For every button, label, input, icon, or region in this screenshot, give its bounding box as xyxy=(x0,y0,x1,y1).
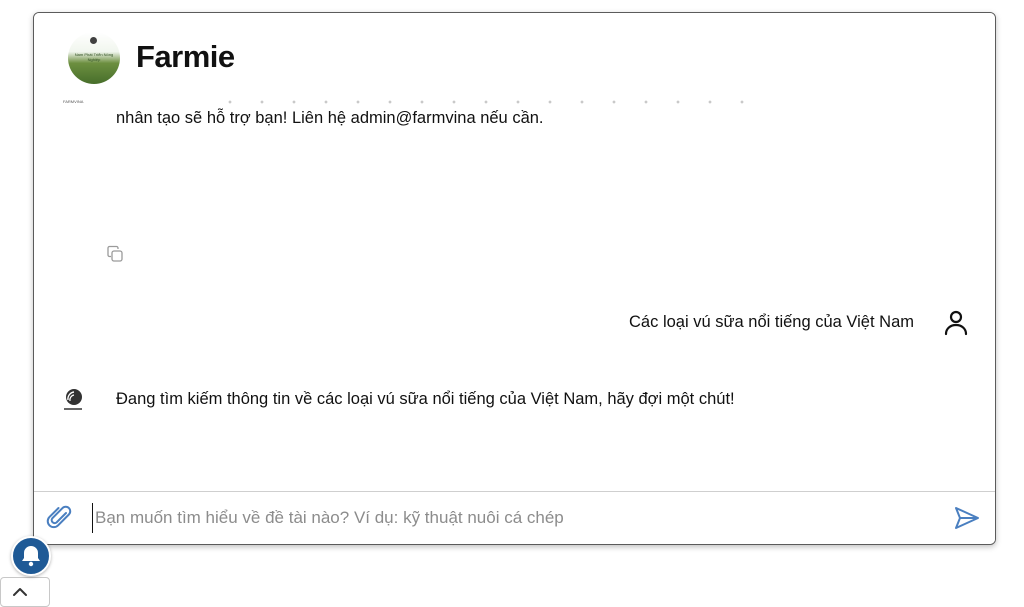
app-logo: Nam Phát Triển Nông Nghiệp xyxy=(68,32,120,84)
chat-input[interactable] xyxy=(92,503,935,533)
clipped-text-remnant xyxy=(214,99,754,105)
bot-avatar xyxy=(61,387,85,413)
scroll-up-button[interactable] xyxy=(0,577,50,607)
app-title: Farmie xyxy=(136,39,235,74)
send-icon xyxy=(955,507,979,529)
farmvina-logo-icon xyxy=(64,389,82,410)
attach-button[interactable] xyxy=(46,504,74,532)
chat-input-bar xyxy=(34,491,995,544)
paperclip-icon xyxy=(46,505,72,529)
chat-header: Nam Phát Triển Nông Nghiệp Farmie xyxy=(34,13,995,99)
user-icon xyxy=(944,310,968,336)
chevron-up-icon xyxy=(13,588,27,596)
copy-icon xyxy=(107,245,123,262)
user-avatar xyxy=(943,309,969,337)
bot-message-text: nhân tạo sẽ hỗ trợ bạn! Liên hệ admin@fa… xyxy=(116,109,544,127)
notification-button[interactable] xyxy=(11,536,51,576)
bot-avatar-caption: FARMVINA xyxy=(63,99,84,104)
send-button[interactable] xyxy=(953,504,981,532)
chat-window: Nam Phát Triển Nông Nghiệp Farmie FARMVI… xyxy=(33,12,996,545)
message-list[interactable]: FARMVINA nhân tạo sẽ hỗ trợ bạn! Liên hệ… xyxy=(34,99,995,491)
logo-lettering: Nam Phát Triển Nông Nghiệp xyxy=(74,52,114,62)
logo-sun-shape xyxy=(90,37,97,44)
copy-button[interactable] xyxy=(106,245,124,263)
bot-message-text: Đang tìm kiếm thông tin về các loại vú s… xyxy=(116,390,735,408)
user-message-text: Các loại vú sữa nổi tiếng của Việt Nam xyxy=(629,313,914,331)
bell-icon xyxy=(22,546,40,567)
